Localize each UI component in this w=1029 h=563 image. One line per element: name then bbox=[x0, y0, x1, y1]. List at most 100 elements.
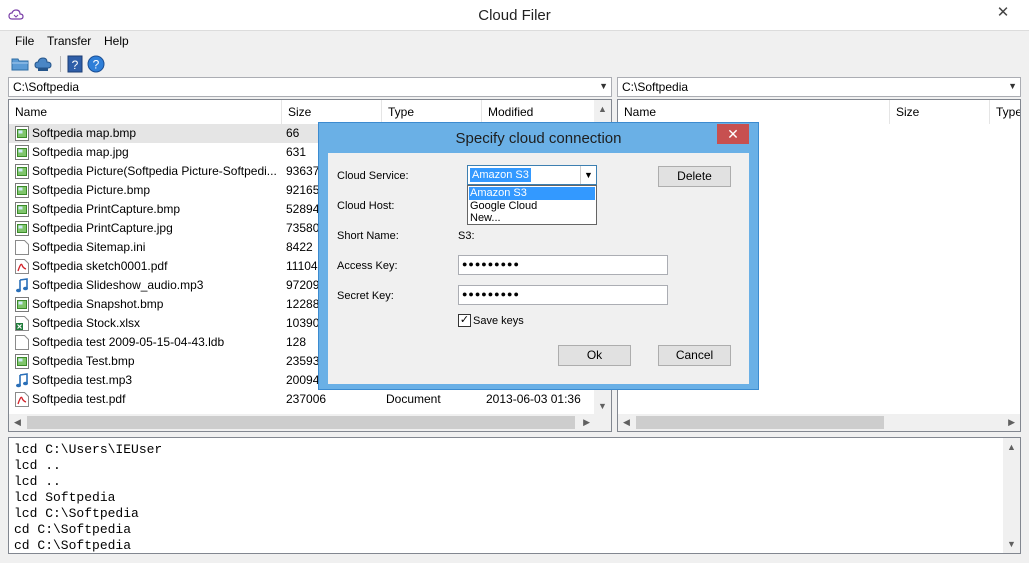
left-horizontal-scrollbar[interactable]: ◀ ▶ bbox=[9, 414, 595, 431]
image-file-icon bbox=[15, 126, 29, 141]
file-name: Softpedia Picture.bmp bbox=[32, 183, 151, 197]
file-size: 73580 bbox=[286, 221, 320, 235]
menu-help[interactable]: Help bbox=[104, 34, 129, 48]
menu-transfer[interactable]: Transfer bbox=[47, 34, 91, 48]
file-row[interactable]: Softpedia test.pdf 237006 Document 2013-06-… bbox=[9, 390, 599, 409]
scroll-up-icon[interactable]: ▲ bbox=[1007, 442, 1016, 452]
file-name: Softpedia test.pdf bbox=[32, 392, 126, 406]
dropdown-option-new[interactable]: New... bbox=[469, 212, 595, 225]
scroll-thumb[interactable] bbox=[636, 416, 884, 429]
scroll-left-icon[interactable]: ◀ bbox=[14, 417, 21, 428]
chevron-down-icon[interactable]: ▼ bbox=[599, 81, 608, 91]
file-size: 66 bbox=[286, 126, 300, 140]
file-name: Softpedia Slideshow_audio.mp3 bbox=[32, 278, 204, 292]
cloud-service-select[interactable]: Amazon S3 ▼ bbox=[467, 165, 597, 185]
delete-button[interactable]: Delete bbox=[658, 166, 731, 187]
file-name: Softpedia test 2009-05-15-04-43.ldb bbox=[32, 335, 225, 349]
right-path-combo[interactable]: C:\Softpedia ▼ bbox=[617, 77, 1021, 97]
short-name-label: Short Name: bbox=[337, 230, 399, 242]
scroll-down-icon[interactable]: ▼ bbox=[598, 401, 607, 411]
dialog-body: Cloud Service: Amazon S3 ▼ Amazon S3 Goo… bbox=[328, 153, 749, 384]
cloud-connection-dialog: Specify cloud connection ✕ Cloud Service… bbox=[318, 122, 759, 390]
image-file-icon bbox=[15, 221, 29, 236]
column-header-size[interactable]: Size bbox=[890, 100, 990, 124]
menu-file[interactable]: File bbox=[15, 34, 34, 48]
right-horizontal-scrollbar[interactable]: ◀ ▶ bbox=[618, 414, 1020, 431]
image-file-icon bbox=[15, 354, 29, 369]
secret-key-value: ●●●●●●●●● bbox=[462, 289, 520, 299]
left-path-value: C:\Softpedia bbox=[13, 80, 80, 94]
window-title: Cloud Filer bbox=[478, 7, 551, 24]
log-line: lcd Softpedia bbox=[14, 490, 116, 505]
column-header-type[interactable]: Type bbox=[382, 100, 482, 124]
secret-key-label: Secret Key: bbox=[337, 290, 394, 302]
cancel-button[interactable]: Cancel bbox=[658, 345, 731, 366]
about-icon[interactable]: ? bbox=[86, 54, 106, 74]
dialog-close-button[interactable]: ✕ bbox=[717, 124, 749, 144]
log-line: lcd C:\Users\IEUser bbox=[14, 442, 163, 457]
column-header-name[interactable]: Name bbox=[618, 100, 890, 124]
log-line: cd C:\Softpedia bbox=[14, 522, 132, 537]
scroll-thumb[interactable] bbox=[27, 416, 575, 429]
scroll-up-icon[interactable]: ▲ bbox=[598, 104, 607, 114]
file-name: Softpedia test.mp3 bbox=[32, 373, 133, 387]
ok-button[interactable]: Ok bbox=[558, 345, 631, 366]
log-line: lcd C:\Softpedia bbox=[14, 506, 139, 521]
column-header-size[interactable]: Size bbox=[282, 100, 382, 124]
help-topics-icon[interactable]: ? bbox=[65, 54, 85, 74]
file-size: 10390 bbox=[286, 316, 320, 330]
scroll-right-icon[interactable]: ▶ bbox=[583, 417, 590, 428]
scroll-right-icon[interactable]: ▶ bbox=[1008, 417, 1015, 428]
image-file-icon bbox=[15, 145, 29, 160]
save-keys-label: Save keys bbox=[473, 315, 524, 327]
right-path-value: C:\Softpedia bbox=[622, 80, 689, 94]
text-file-icon bbox=[15, 240, 29, 255]
toolbar-separator bbox=[60, 56, 61, 72]
file-size: 237006 bbox=[286, 392, 327, 406]
file-name: Softpedia Stock.xlsx bbox=[32, 316, 141, 330]
file-name: Softpedia map.jpg bbox=[32, 145, 129, 159]
menu-bar: File Transfer Help bbox=[0, 31, 1029, 51]
chevron-down-icon[interactable]: ▼ bbox=[1008, 81, 1017, 91]
file-size: 128 bbox=[286, 335, 307, 349]
chevron-down-icon[interactable]: ▼ bbox=[580, 166, 596, 184]
excel-file-icon bbox=[15, 316, 29, 331]
secret-key-field[interactable]: ●●●●●●●●● bbox=[458, 285, 668, 305]
cloud-connect-icon[interactable] bbox=[33, 54, 53, 74]
file-name: Softpedia sketch0001.pdf bbox=[32, 259, 168, 273]
window-close-button[interactable]: ✕ bbox=[981, 2, 1025, 24]
svg-text:?: ? bbox=[72, 58, 79, 72]
cloud-service-dropdown: Amazon S3 Google Cloud New... bbox=[467, 185, 597, 225]
svg-text:?: ? bbox=[93, 58, 100, 72]
toolbar: ? ? bbox=[0, 52, 1029, 76]
scroll-left-icon[interactable]: ◀ bbox=[623, 417, 630, 428]
column-header-modified[interactable]: Modified bbox=[482, 100, 595, 124]
image-file-icon bbox=[15, 297, 29, 312]
access-key-label: Access Key: bbox=[337, 260, 398, 272]
access-key-field[interactable]: ●●●●●●●●● bbox=[458, 255, 668, 275]
file-name: Softpedia Sitemap.ini bbox=[32, 240, 146, 254]
dialog-title: Specify cloud connection bbox=[455, 130, 622, 147]
column-header-name[interactable]: Name bbox=[9, 100, 282, 124]
scroll-down-icon[interactable]: ▼ bbox=[1007, 539, 1016, 549]
file-size: 8422 bbox=[286, 240, 313, 254]
file-size: 631 bbox=[286, 145, 307, 159]
file-name: Softpedia PrintCapture.jpg bbox=[32, 221, 173, 235]
log-line: lcd .. bbox=[14, 458, 61, 473]
file-modified: 2013-06-03 01:36 bbox=[486, 392, 581, 406]
column-header-type[interactable]: Type bbox=[990, 100, 1020, 124]
cloud-service-label: Cloud Service: bbox=[337, 170, 409, 182]
log-vertical-scrollbar[interactable]: ▲ ▼ bbox=[1003, 438, 1020, 553]
left-path-combo[interactable]: C:\Softpedia ▼ bbox=[8, 77, 612, 97]
cloud-host-label: Cloud Host: bbox=[337, 200, 395, 212]
file-name: Softpedia Snapshot.bmp bbox=[32, 297, 164, 311]
file-name: Softpedia map.bmp bbox=[32, 126, 137, 140]
pdf-file-icon bbox=[15, 259, 29, 274]
text-file-icon bbox=[15, 335, 29, 350]
dropdown-option-amazon-s3[interactable]: Amazon S3 bbox=[469, 187, 595, 200]
short-name-value: S3: bbox=[458, 230, 475, 242]
command-log: lcd C:\Users\IEUser lcd .. lcd .. lcd Softp… bbox=[8, 437, 1021, 554]
save-keys-checkbox[interactable]: ✓ bbox=[458, 314, 471, 327]
open-folder-icon[interactable] bbox=[10, 54, 30, 74]
image-file-icon bbox=[15, 183, 29, 198]
